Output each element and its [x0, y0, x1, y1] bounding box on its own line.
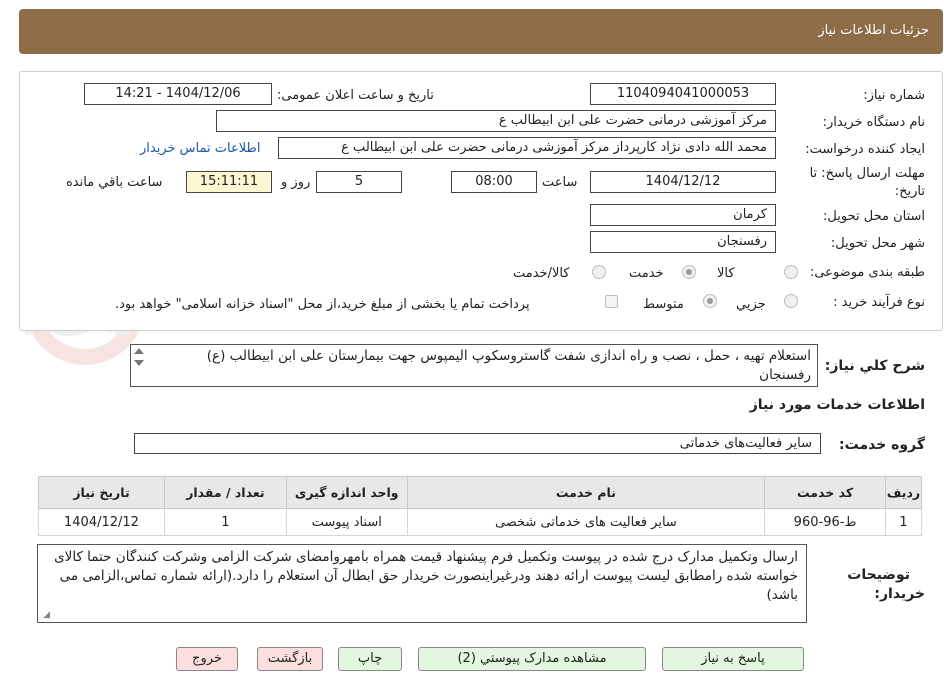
cell-qty: 1	[163, 508, 287, 536]
deadline-date-field: 1404/12/12	[590, 171, 776, 193]
province-field: کرمان	[590, 204, 776, 226]
service-group-label: گروه خدمت:	[839, 437, 925, 453]
buyer-notes-text: ارسال وتکمیل مدارک درج شده در پیوست وتکم…	[54, 549, 798, 603]
page-header: جزئیات اطلاعات نیاز	[19, 9, 943, 54]
cell-unit: اسناد پیوست	[285, 508, 408, 536]
payment-note: پرداخت تمام یا بخشی از مبلغ خرید،از محل …	[115, 297, 530, 312]
city-field: رفسنجان	[590, 231, 776, 253]
col-code-header: کد خدمت	[764, 476, 887, 509]
process-label: نوع فرآیند خرید :	[833, 295, 925, 310]
col-unit-header: واحد اندازه گیری	[285, 476, 408, 509]
buyer-notes-label: توضیحات	[847, 567, 910, 583]
resize-grip-icon[interactable]: ◢	[41, 611, 50, 620]
services-section-title: اطلاعات خدمات مورد نياز	[749, 397, 925, 413]
treasury-payment-checkbox[interactable]	[605, 295, 618, 308]
page-title: جزئیات اطلاعات نیاز	[818, 23, 929, 38]
buyer-notes-textarea[interactable]: ارسال وتکمیل مدارک درج شده در پیوست وتکم…	[37, 544, 807, 623]
days-field: 5	[316, 171, 402, 193]
col-qty-header: تعداد / مقدار	[163, 476, 287, 509]
col-name-header: نام خدمت	[406, 476, 766, 509]
process-option-minor: جزیي	[736, 297, 766, 312]
category-radio-goods[interactable]	[784, 265, 798, 279]
province-label: استان محل تحویل:	[823, 209, 925, 224]
col-row-header: ردیف	[885, 476, 922, 509]
service-group-field: سایر فعالیت‌های خدماتی	[134, 433, 821, 454]
buyer-org-field: مرکز آموزشی درمانی حضرت علی ابن ابیطالب …	[216, 110, 776, 132]
cell-code: ط-96-960	[764, 508, 887, 536]
description-textarea[interactable]: استعلام تهیه ، حمل ، نصب و راه اندازی شف…	[130, 344, 818, 387]
remaining-time-field: 15:11:11	[186, 171, 272, 193]
requester-label: ایجاد کننده درخواست:	[805, 142, 925, 157]
category-label: طبقه بندی موضوعی:	[809, 265, 925, 280]
category-option-service: خدمت	[629, 266, 664, 281]
announce-field: 1404/12/06 - 14:21	[84, 83, 272, 105]
deadline-time-field: 08:00	[451, 171, 537, 193]
view-attachments-button[interactable]: مشاهده مدارک پیوستي (2)	[418, 647, 646, 671]
exit-button[interactable]: خروج	[176, 647, 238, 671]
category-option-goods: کالا	[717, 266, 735, 281]
category-option-goods-service: کالا/خدمت	[513, 266, 570, 281]
process-option-medium: متوسط	[643, 297, 684, 312]
remaining-label: ساعت باقي مانده	[66, 175, 163, 190]
category-radio-service[interactable]	[682, 265, 696, 279]
cell-date: 1404/12/12	[38, 508, 165, 536]
city-label: شهر محل تحویل:	[830, 236, 925, 251]
deadline-label: مهلت ارسال پاسخ: تا	[809, 166, 925, 181]
days-label: روز و	[281, 175, 311, 190]
buyer-org-label: نام دستگاه خریدار:	[822, 115, 925, 130]
requester-field: محمد الله دادی نژاد کارپرداز مرکز آموزشی…	[278, 137, 776, 159]
deadline-time-label: ساعت	[542, 175, 578, 190]
category-radio-goods-service[interactable]	[592, 265, 606, 279]
col-date-header: تاریخ نیاز	[38, 476, 165, 509]
cell-row: 1	[885, 508, 922, 536]
process-radio-medium[interactable]	[703, 294, 717, 308]
scroll-down-icon[interactable]	[134, 360, 144, 366]
table-row: 1 ط-96-960 سایر فعالیت های خدماتی شخصی ا…	[38, 508, 922, 536]
buyer-notes-label-2: خریدار:	[874, 586, 925, 602]
reply-button[interactable]: پاسخ به نیاز	[662, 647, 804, 671]
services-table-header: ردیف کد خدمت نام خدمت واحد اندازه گیری ت…	[38, 476, 922, 509]
process-radio-minor[interactable]	[784, 294, 798, 308]
print-button[interactable]: چاپ	[338, 647, 402, 671]
buyer-contact-link[interactable]: اطلاعات تماس خریدار	[140, 141, 260, 156]
description-label: شرح کلي نياز:	[824, 358, 925, 374]
need-number-label: شماره نیاز:	[863, 88, 925, 103]
scroll-up-icon[interactable]	[134, 348, 144, 354]
need-number-field: 1104094041000053	[590, 83, 776, 105]
services-table: ردیف کد خدمت نام خدمت واحد اندازه گیری ت…	[38, 476, 922, 536]
cell-name: سایر فعالیت های خدماتی شخصی	[406, 508, 766, 536]
deadline-label-date: تاریخ:	[894, 184, 925, 199]
announce-label: تاریخ و ساعت اعلان عمومی:	[277, 88, 434, 103]
back-button[interactable]: بازگشت	[257, 647, 323, 671]
